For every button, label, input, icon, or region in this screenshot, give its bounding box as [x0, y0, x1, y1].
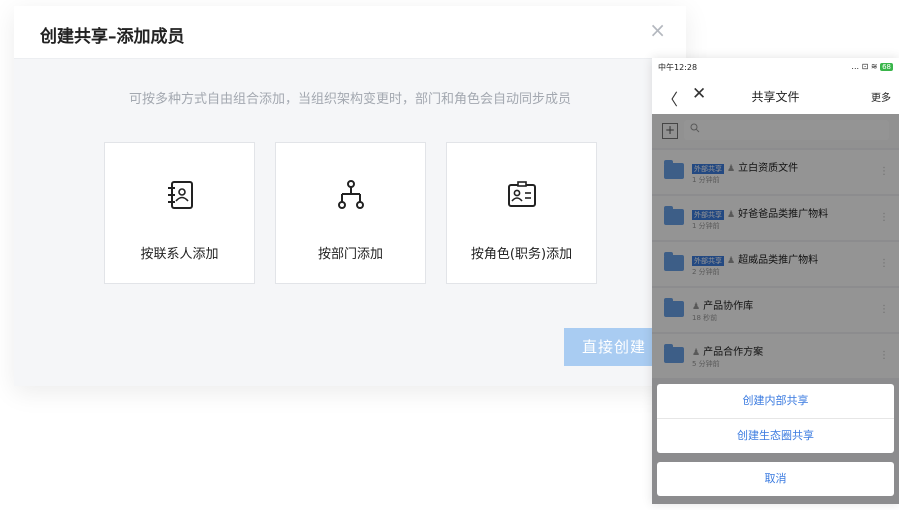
dialog-header: 创建共享–添加成员 × — [14, 6, 686, 59]
add-by-department-card[interactable]: 按部门添加 — [275, 142, 426, 284]
nav-title: 共享文件 — [751, 90, 800, 104]
status-bar: 中午12:28 ... ⊡ ≋ 68 — [652, 58, 899, 76]
add-by-contact-label: 按联系人添加 — [140, 247, 219, 262]
id-card-icon — [447, 177, 596, 213]
org-tree-icon — [276, 177, 425, 213]
status-icons: ... ⊡ ≋ 68 — [851, 62, 893, 71]
close-icon[interactable]: × — [649, 18, 666, 42]
dialog-title: 创建共享–添加成员 — [40, 27, 185, 47]
cancel-button[interactable]: 取消 — [657, 462, 894, 496]
status-time: 中午12:28 — [658, 63, 698, 72]
battery-icon: 68 — [880, 63, 893, 71]
phone-screen: 中午12:28 ... ⊡ ≋ 68 〈 ✕ 共享文件 更多 + 外部共享 ♟ 立白… — [652, 58, 899, 504]
create-internal-share-button[interactable]: 创建内部共享 — [657, 384, 894, 418]
create-share-dialog: 创建共享–添加成员 × 可按多种方式自由组合添加，当组织架构变更时，部门和角色会… — [14, 6, 686, 386]
add-by-department-label: 按部门添加 — [317, 247, 383, 262]
add-by-contact-card[interactable]: 按联系人添加 — [104, 142, 255, 284]
signal-wifi-icons: ... ⊡ ≋ — [851, 62, 878, 71]
create-ecosystem-share-button[interactable]: 创建生态圈共享 — [657, 418, 894, 453]
more-button[interactable]: 更多 — [871, 89, 891, 104]
cancel-sheet: 取消 — [657, 462, 894, 496]
contacts-book-icon — [105, 177, 254, 213]
add-by-role-card[interactable]: 按角色(职务)添加 — [446, 142, 597, 284]
action-sheet: 创建内部共享 创建生态圈共享 — [657, 384, 894, 453]
add-by-role-label: 按角色(职务)添加 — [470, 247, 573, 262]
dialog-hint: 可按多种方式自由组合添加，当组织架构变更时，部门和角色会自动同步成员 — [128, 92, 571, 107]
nav-bar: 〈 ✕ 共享文件 更多 — [652, 78, 899, 114]
